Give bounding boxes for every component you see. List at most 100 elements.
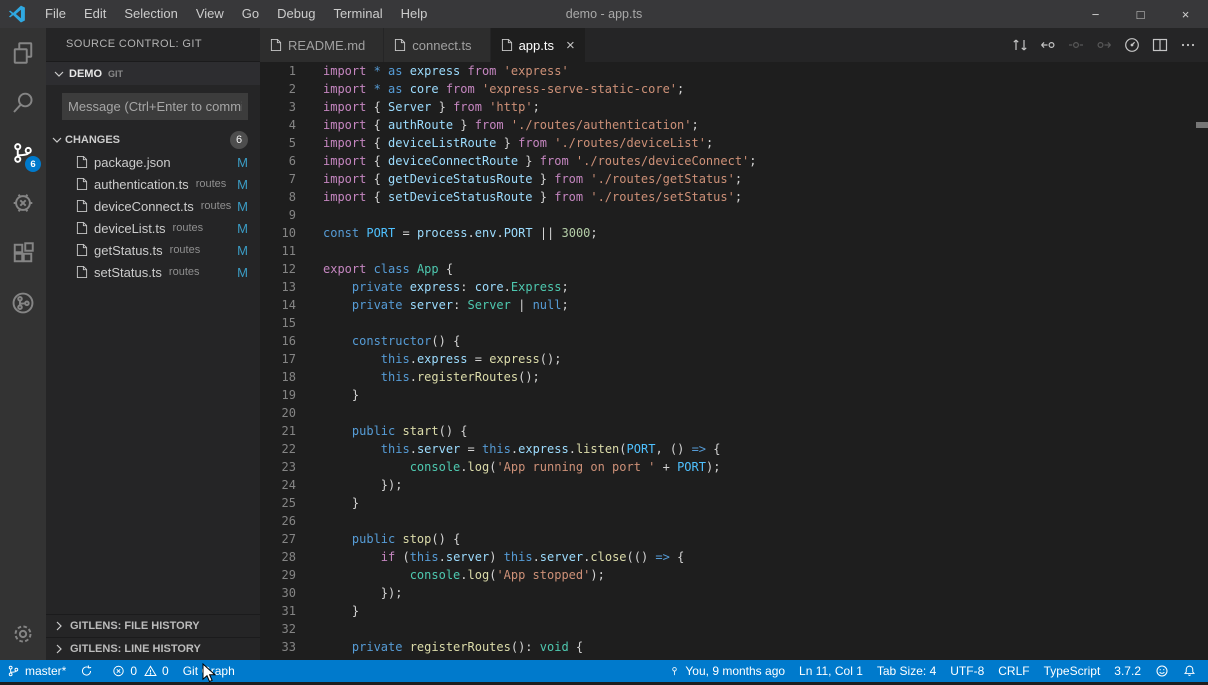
code-line-26[interactable]: 26 [260, 512, 1208, 530]
sidebar-item-explorer[interactable] [0, 28, 46, 78]
next-change-button[interactable] [1090, 28, 1118, 62]
code-line-20[interactable]: 20 [260, 404, 1208, 422]
code-line-2[interactable]: 2import * as core from 'express-serve-st… [260, 80, 1208, 98]
code-line-4[interactable]: 4import { authRoute } from './routes/aut… [260, 116, 1208, 134]
menu-go[interactable]: Go [233, 0, 268, 28]
menu-terminal[interactable]: Terminal [324, 0, 391, 28]
file-icon [501, 38, 513, 52]
code-line-10[interactable]: 10const PORT = process.env.PORT || 3000; [260, 224, 1208, 242]
manage-button[interactable] [0, 612, 46, 656]
repo-section-header[interactable]: DEMO GIT [46, 61, 260, 85]
close-tab-icon[interactable]: × [566, 38, 575, 53]
title-bar: FileEditSelectionViewGoDebugTerminalHelp… [0, 0, 1208, 28]
changed-file-authentication.ts[interactable]: authentication.tsroutesM [46, 173, 260, 195]
file-icon [76, 155, 88, 169]
code-line-15[interactable]: 15 [260, 314, 1208, 332]
tab-connect.ts[interactable]: connect.ts [384, 28, 490, 62]
sidebar-item-source-control[interactable]: 6 [0, 128, 46, 178]
minimize-button[interactable]: − [1073, 0, 1118, 28]
code-line-27[interactable]: 27 public stop() { [260, 530, 1208, 548]
changed-file-deviceList.ts[interactable]: deviceList.tsroutesM [46, 217, 260, 239]
menu-debug[interactable]: Debug [268, 0, 324, 28]
debug-icon [11, 191, 35, 215]
code-line-24[interactable]: 24 }); [260, 476, 1208, 494]
line-number: 13 [260, 278, 296, 296]
sidebar-item-debug[interactable] [0, 178, 46, 228]
code-line-5[interactable]: 5import { deviceListRoute } from './rout… [260, 134, 1208, 152]
tab-app.ts[interactable]: app.ts× [491, 28, 586, 62]
code-line-31[interactable]: 31 } [260, 602, 1208, 620]
code-line-12[interactable]: 12export class App { [260, 260, 1208, 278]
code-line-16[interactable]: 16 constructor() { [260, 332, 1208, 350]
gitlens-button[interactable] [1118, 28, 1146, 62]
line-number: 20 [260, 404, 296, 422]
split-editor-button[interactable] [1146, 28, 1174, 62]
file-icon [76, 221, 88, 235]
current-change-button[interactable] [1062, 28, 1090, 62]
language-indicator[interactable]: TypeScript [1037, 660, 1108, 682]
close-button[interactable]: × [1163, 0, 1208, 28]
code-line-13[interactable]: 13 private express: core.Express; [260, 278, 1208, 296]
indentation-indicator[interactable]: Tab Size: 4 [870, 660, 943, 682]
line-number: 6 [260, 152, 296, 170]
warning-icon [144, 664, 157, 678]
notifications-button[interactable] [1176, 660, 1208, 682]
sidebar-item-git-graph[interactable] [0, 278, 46, 328]
blame-annotation[interactable]: You, 9 months ago [662, 660, 792, 682]
problems-indicator[interactable]: 0 0 [105, 660, 175, 682]
code-line-18[interactable]: 18 this.registerRoutes(); [260, 368, 1208, 386]
changes-section-header[interactable]: CHANGES 6 [46, 128, 260, 151]
compare-changes-button[interactable] [1006, 28, 1034, 62]
code-line-14[interactable]: 14 private server: Server | null; [260, 296, 1208, 314]
previous-change-button[interactable] [1034, 28, 1062, 62]
typescript-version[interactable]: 3.7.2 [1107, 660, 1148, 682]
menu-view[interactable]: View [187, 0, 233, 28]
code-line-11[interactable]: 11 [260, 242, 1208, 260]
more-actions-button[interactable] [1174, 28, 1202, 62]
code-line-29[interactable]: 29 console.log('App stopped'); [260, 566, 1208, 584]
feedback-button[interactable] [1148, 660, 1176, 682]
menu-file[interactable]: File [36, 0, 75, 28]
changed-file-setStatus.ts[interactable]: setStatus.tsroutesM [46, 261, 260, 283]
sidebar-item-search[interactable] [0, 78, 46, 128]
code-line-25[interactable]: 25 } [260, 494, 1208, 512]
commit-message-input[interactable] [62, 93, 248, 120]
menu-selection[interactable]: Selection [115, 0, 186, 28]
changed-file-deviceConnect.ts[interactable]: deviceConnect.tsroutesM [46, 195, 260, 217]
code-line-22[interactable]: 22 this.server = this.express.listen(POR… [260, 440, 1208, 458]
code-line-23[interactable]: 23 console.log('App running on port ' + … [260, 458, 1208, 476]
code-line-9[interactable]: 9 [260, 206, 1208, 224]
code-line-1[interactable]: 1import * as express from 'express' [260, 62, 1208, 80]
changed-file-getStatus.ts[interactable]: getStatus.tsroutesM [46, 239, 260, 261]
search-icon [11, 91, 35, 115]
code-line-28[interactable]: 28 if (this.server) this.server.close(()… [260, 548, 1208, 566]
cursor-position[interactable]: Ln 11, Col 1 [792, 660, 870, 682]
code-line-33[interactable]: 33 private registerRoutes(): void { [260, 638, 1208, 656]
encoding-indicator[interactable]: UTF-8 [943, 660, 991, 682]
branch-indicator[interactable]: master* [0, 660, 73, 682]
sidebar-item-extensions[interactable] [0, 228, 46, 278]
code-line-32[interactable]: 32 [260, 620, 1208, 638]
code-line-21[interactable]: 21 public start() { [260, 422, 1208, 440]
sync-icon [80, 664, 93, 678]
maximize-button[interactable]: □ [1118, 0, 1163, 28]
sync-button[interactable] [73, 660, 105, 682]
code-line-30[interactable]: 30 }); [260, 584, 1208, 602]
code-line-19[interactable]: 19 } [260, 386, 1208, 404]
section-gitlens-file-history[interactable]: GITLENS: FILE HISTORY [46, 614, 260, 637]
code-line-3[interactable]: 3import { Server } from 'http'; [260, 98, 1208, 116]
code-editor[interactable]: 1import * as express from 'express'2impo… [260, 62, 1208, 660]
gear-icon [11, 622, 35, 646]
scrollbar-thumb[interactable] [1196, 122, 1208, 128]
section-gitlens-line-history[interactable]: GITLENS: LINE HISTORY [46, 637, 260, 660]
eol-indicator[interactable]: CRLF [991, 660, 1036, 682]
menu-edit[interactable]: Edit [75, 0, 115, 28]
code-line-7[interactable]: 7import { getDeviceStatusRoute } from '.… [260, 170, 1208, 188]
tab-README.md[interactable]: README.md [260, 28, 384, 62]
code-line-17[interactable]: 17 this.express = express(); [260, 350, 1208, 368]
code-line-6[interactable]: 6import { deviceConnectRoute } from './r… [260, 152, 1208, 170]
menu-help[interactable]: Help [392, 0, 437, 28]
code-line-8[interactable]: 8import { setDeviceStatusRoute } from '.… [260, 188, 1208, 206]
git-graph-button[interactable]: Git Graph [176, 660, 242, 682]
changed-file-package.json[interactable]: package.jsonM [46, 151, 260, 173]
